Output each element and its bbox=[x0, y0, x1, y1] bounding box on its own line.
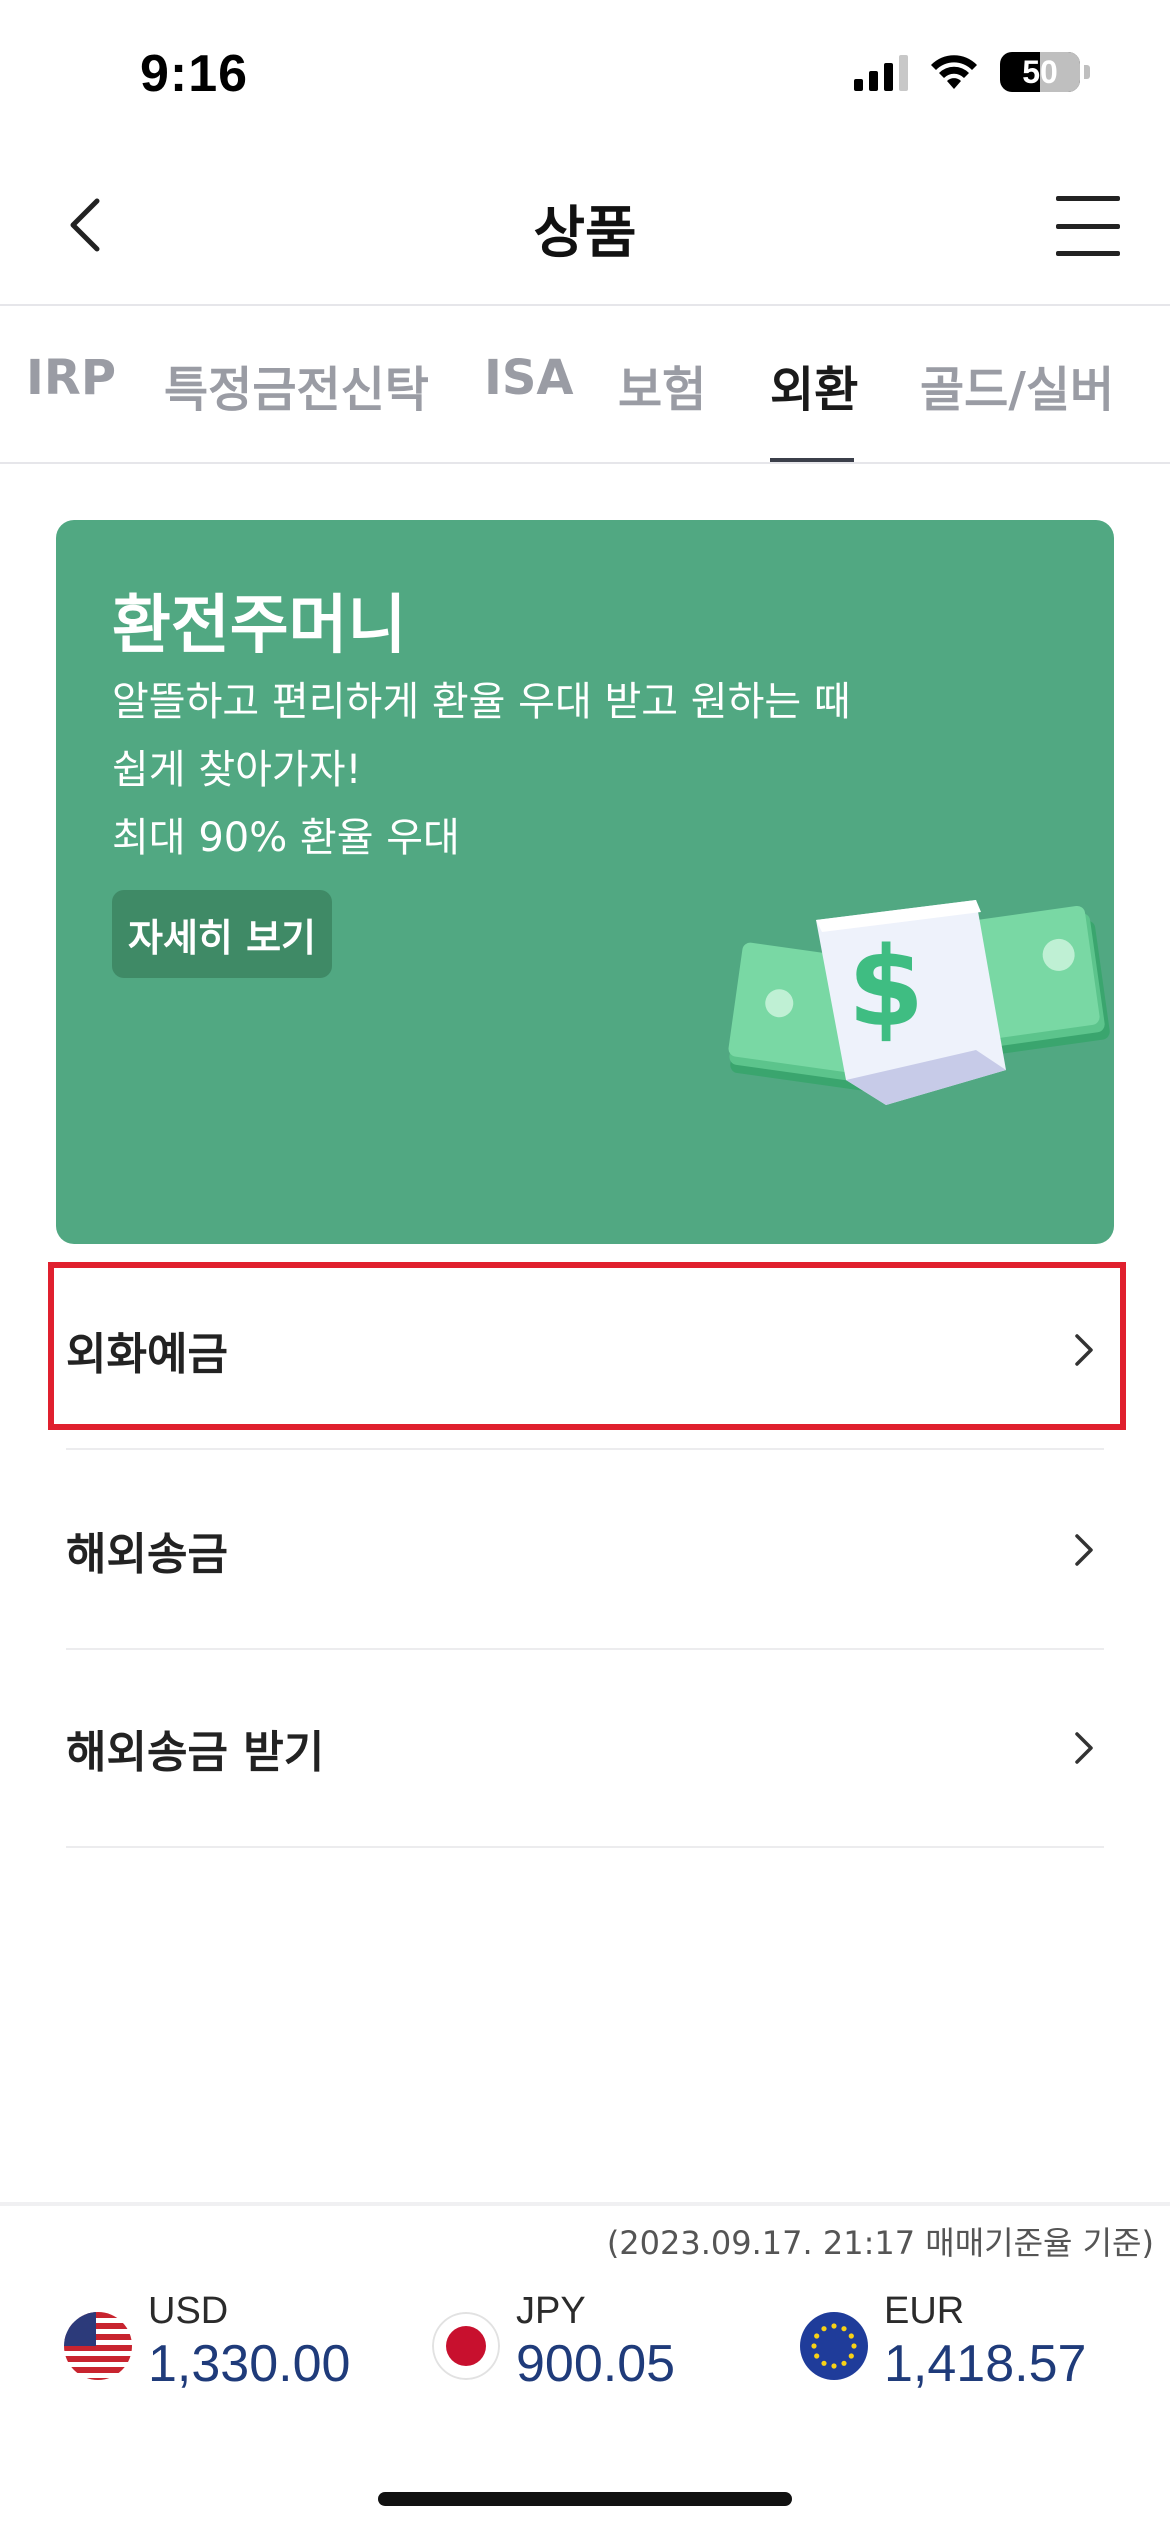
list-item-label: 해외송금 받기 bbox=[66, 1727, 325, 1778]
tab-specific-money-trust[interactable]: 특정금전신탁 bbox=[164, 350, 429, 420]
currency-rate: 1,418.57 bbox=[884, 2335, 1087, 2393]
banner-description: 알뜰하고 편리하게 환율 우대 받고 원하는 때 쉽게 찾아가자! 최대 90%… bbox=[112, 668, 851, 872]
status-icons: 50 bbox=[854, 52, 1090, 92]
promo-banner[interactable]: 환전주머니 알뜰하고 편리하게 환율 우대 받고 원하는 때 쉽게 찾아가자! … bbox=[56, 520, 1114, 1244]
tab-irp[interactable]: IRP bbox=[26, 350, 116, 406]
rate-usd: USD 1,330.00 bbox=[64, 2290, 364, 2400]
banner-title: 환전주머니 bbox=[112, 589, 407, 663]
status-time: 9:16 bbox=[140, 45, 249, 103]
currency-rate: 1,330.00 bbox=[148, 2335, 351, 2393]
tab-gold-silver[interactable]: 골드/실버 bbox=[920, 350, 1114, 420]
chevron-right-icon bbox=[1064, 1530, 1104, 1570]
status-bar: 9:16 50 bbox=[0, 0, 1170, 150]
rate-jpy: JPY 900.05 bbox=[432, 2290, 732, 2400]
home-indicator[interactable] bbox=[378, 2492, 792, 2506]
banner-desc-line: 알뜰하고 편리하게 환율 우대 받고 원하는 때 bbox=[112, 679, 851, 725]
banner-desc-line: 쉽게 찾아가자! bbox=[112, 747, 362, 793]
menu-line-icon bbox=[1056, 251, 1120, 256]
hamburger-menu-button[interactable] bbox=[1056, 196, 1120, 256]
cash-stack-icon: $ bbox=[728, 900, 1110, 1105]
tab-insurance[interactable]: 보험 bbox=[618, 350, 706, 420]
japan-flag-icon bbox=[432, 2312, 500, 2380]
battery-tip bbox=[1084, 65, 1090, 79]
footer-divider bbox=[0, 2202, 1170, 2206]
currency-code: EUR bbox=[884, 2290, 965, 2332]
currency-code: JPY bbox=[516, 2290, 586, 2332]
tab-foreign-exchange[interactable]: 외환 bbox=[770, 350, 858, 420]
eu-flag-icon bbox=[800, 2312, 868, 2380]
rate-date-note: (2023.09.17. 21:17 매매기준율 기준) bbox=[606, 2224, 1154, 2262]
currency-rate: 900.05 bbox=[516, 2335, 676, 2393]
us-flag-icon bbox=[64, 2312, 132, 2380]
rate-eur: EUR 1,418.57 bbox=[800, 2290, 1120, 2400]
battery-percent: 50 bbox=[1022, 53, 1058, 90]
menu-line-icon bbox=[1056, 223, 1120, 229]
page-title: 상품 bbox=[533, 201, 637, 266]
wifi-icon bbox=[931, 55, 977, 89]
list-item-label: 해외송금 bbox=[66, 1529, 228, 1580]
details-button[interactable]: 자세히 보기 bbox=[112, 890, 332, 978]
tab-isa[interactable]: ISA bbox=[484, 350, 574, 406]
category-tabs: IRP 특정금전신탁 ISA 보험 외환 골드/실버 bbox=[0, 308, 1170, 464]
active-tab-indicator bbox=[770, 458, 854, 462]
battery-icon: 50 bbox=[1000, 52, 1080, 92]
chevron-right-icon bbox=[1064, 1728, 1104, 1768]
list-item-receive-remittance[interactable]: 해외송금 받기 bbox=[66, 1650, 1104, 1848]
app-header: 상품 bbox=[0, 150, 1170, 306]
menu-line-icon bbox=[1056, 196, 1120, 201]
list-item-overseas-remittance[interactable]: 해외송금 bbox=[66, 1452, 1104, 1650]
cellular-signal-icon bbox=[854, 53, 908, 91]
highlight-annotation bbox=[48, 1262, 1126, 1430]
currency-code: USD bbox=[148, 2290, 229, 2332]
svg-text:$: $ bbox=[848, 923, 925, 1051]
